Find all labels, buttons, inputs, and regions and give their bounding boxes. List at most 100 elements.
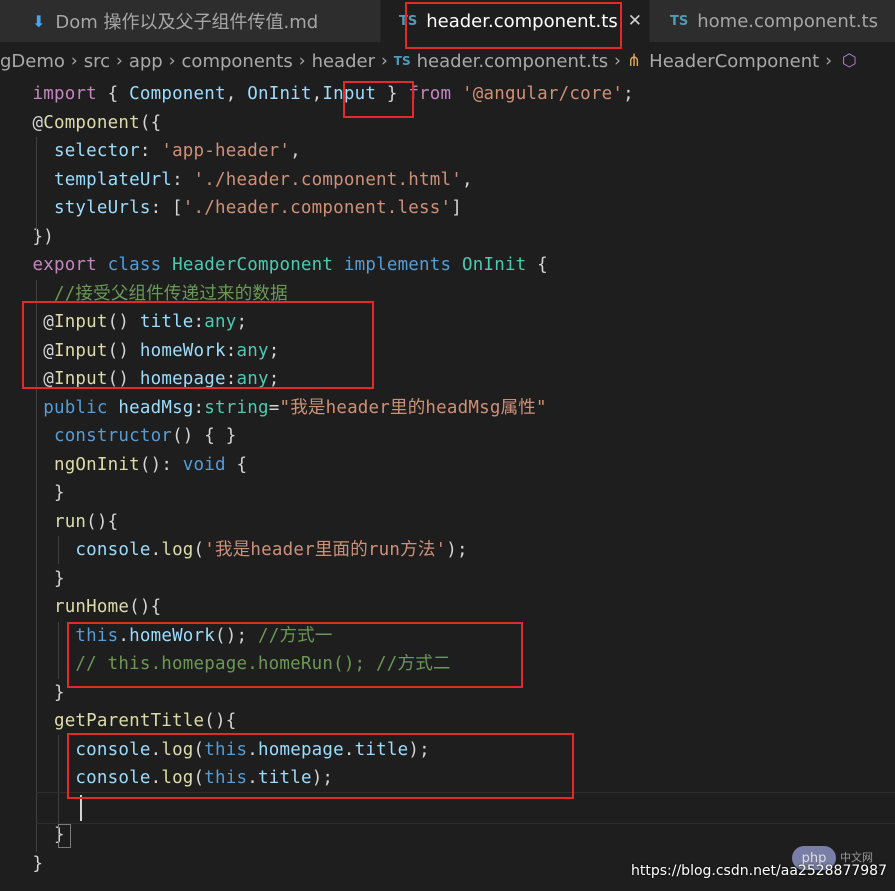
code-token: ( — [193, 540, 205, 560]
code-token: from — [408, 84, 452, 104]
code-line[interactable]: run(){ — [11, 508, 118, 537]
code-token: (): — [139, 454, 183, 475]
code-token: : — [193, 397, 205, 418]
code-line[interactable]: getParentTitle(){ — [11, 707, 236, 736]
code-token: getParentTitle — [53, 711, 205, 731]
code-token: (){ — [86, 511, 119, 532]
code-token: runHome — [53, 597, 130, 617]
code-token: } — [11, 568, 65, 589]
bracket-match-box — [58, 824, 71, 848]
cube-icon: ⬡ — [842, 51, 857, 71]
code-line[interactable]: ngOnInit(): void { — [11, 451, 247, 480]
code-token: public — [43, 397, 108, 418]
breadcrumb-item[interactable]: app — [129, 51, 163, 72]
chevron-right-icon: › — [825, 51, 833, 71]
highlight-box-tab — [405, 2, 622, 49]
breadcrumb-item[interactable]: components — [182, 51, 293, 72]
code-token: '我是header里面的run方法' — [204, 540, 447, 560]
code-token: Component — [43, 112, 140, 133]
class-icon: ⋔ — [626, 51, 642, 71]
code-line[interactable]: styleUrls: ['./header.component.less'] — [11, 194, 462, 223]
highlight-box-input-import — [343, 81, 414, 118]
code-line[interactable]: } — [11, 565, 65, 594]
code-line[interactable]: } — [11, 850, 43, 879]
highlight-box-input-decorators — [22, 301, 374, 389]
chevron-right-icon: › — [70, 51, 78, 71]
breadcrumb-item[interactable]: header — [312, 51, 375, 72]
code-token: '@angular/core' — [462, 84, 624, 104]
code-token: ; — [623, 84, 634, 104]
code-token: } — [11, 853, 44, 874]
chevron-right-icon: › — [116, 51, 123, 71]
code-token: styleUrls — [53, 198, 151, 218]
tab-home-component[interactable]: TS home.component.ts — [650, 0, 895, 42]
code-token: ); — [446, 540, 468, 560]
indent-guide — [36, 137, 37, 230]
code-token: . — [150, 540, 162, 560]
code-token: @ — [11, 112, 44, 133]
code-token: OnInit — [247, 84, 312, 104]
code-line[interactable]: } — [11, 821, 65, 850]
code-token: constructor — [53, 426, 173, 446]
code-token: { — [225, 454, 248, 475]
code-token: , — [311, 84, 323, 104]
code-line[interactable]: import { Component, OnInit,Input } from … — [11, 80, 634, 109]
code-line[interactable]: constructor() { } — [11, 422, 236, 451]
chevron-right-icon: › — [614, 51, 621, 71]
code-token: headMsg — [118, 397, 194, 418]
breadcrumb-file[interactable]: header.component.ts — [417, 51, 608, 72]
breadcrumb-item[interactable]: src — [84, 51, 110, 72]
code-line[interactable]: templateUrl: './header.component.html', — [11, 166, 473, 195]
code-token: } — [11, 825, 65, 845]
code-line[interactable]: runHome(){ — [11, 593, 161, 622]
highlight-box-runhome — [67, 622, 523, 688]
code-line[interactable]: selector: 'app-header', — [11, 137, 301, 166]
breadcrumb-item[interactable]: gDemo — [0, 51, 65, 72]
code-token: ] — [451, 198, 462, 218]
close-icon[interactable]: ✕ — [628, 11, 642, 31]
code-token: , — [461, 169, 473, 190]
code-token: 'app-header' — [161, 141, 291, 161]
code-line[interactable]: }) — [11, 223, 54, 252]
code-line[interactable]: } — [11, 479, 65, 508]
code-token: implements — [343, 255, 452, 275]
tab-dom-md[interactable]: ⬇ Dom 操作以及父子组件传值.md — [0, 0, 380, 42]
code-line[interactable]: public headMsg:string="我是header里的headMsg… — [11, 394, 547, 423]
code-line[interactable]: console.log('我是header里面的run方法'); — [11, 536, 468, 565]
code-line[interactable]: @Component({ — [11, 109, 161, 138]
code-token: templateUrl — [53, 169, 173, 190]
markdown-download-icon: ⬇ — [32, 11, 46, 31]
chevron-right-icon: › — [168, 51, 176, 71]
code-token: void — [182, 454, 226, 475]
code-token: string — [204, 397, 269, 418]
code-token: , — [225, 84, 248, 104]
breadcrumb-symbol[interactable]: HeaderComponent — [649, 51, 819, 72]
code-token: export — [32, 255, 97, 275]
code-token: ngOnInit — [53, 454, 140, 475]
code-token: OnInit — [462, 255, 527, 275]
code-token: }) — [11, 226, 54, 247]
code-token: { — [96, 84, 130, 104]
code-token: HeaderComponent — [172, 255, 334, 275]
code-token: class — [107, 255, 162, 275]
code-line[interactable]: export class HeaderComponent implements … — [11, 251, 548, 280]
code-token: (){ — [204, 711, 237, 731]
code-token: selector — [53, 141, 140, 161]
code-line[interactable]: } — [11, 679, 65, 708]
code-token: run — [53, 511, 87, 532]
tab-label: home.component.ts — [697, 10, 878, 32]
